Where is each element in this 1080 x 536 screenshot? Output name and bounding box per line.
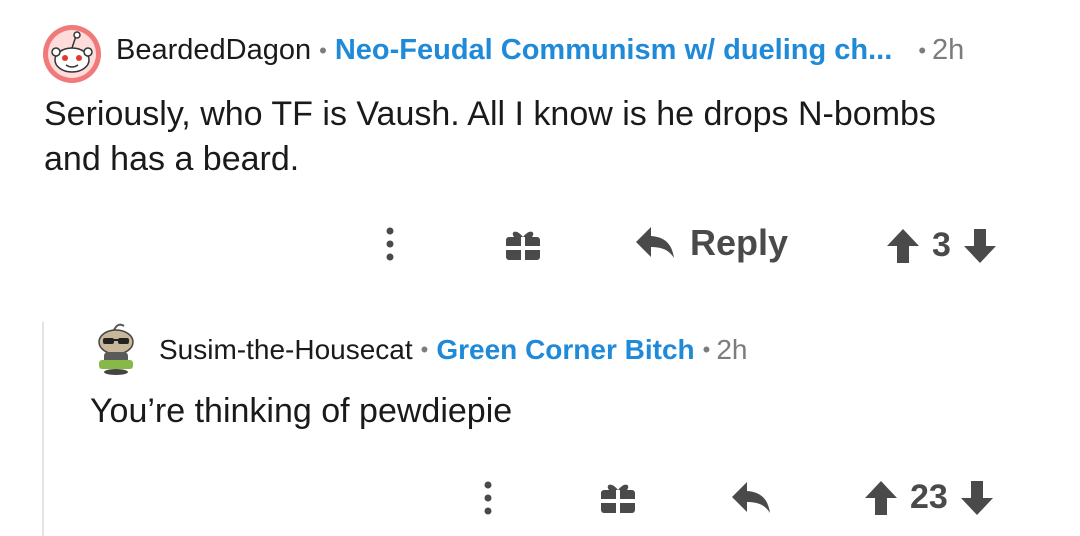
- reply-icon: [634, 225, 676, 261]
- timestamp: 2h: [932, 34, 965, 66]
- separator-dot: •: [420, 337, 429, 362]
- avatar[interactable]: [42, 24, 102, 84]
- vote-score: 3: [932, 226, 951, 264]
- separator-dot: •: [918, 37, 927, 63]
- separator-dot: •: [702, 337, 711, 362]
- comment-body: Seriously, who TF is Vaush. All I know i…: [44, 92, 936, 182]
- comment-body-line: Seriously, who TF is Vaush. All I know i…: [44, 95, 936, 133]
- timestamp: 2h: [716, 334, 748, 365]
- gift-icon[interactable]: [503, 227, 543, 263]
- comment-meta: Susim-the-Housecat • Green Corner Bitch …: [159, 334, 748, 366]
- username[interactable]: BeardedDagon: [116, 34, 311, 67]
- thread-line[interactable]: [42, 322, 44, 536]
- more-options-icon[interactable]: [380, 224, 400, 264]
- upvote-icon[interactable]: [886, 228, 920, 264]
- username[interactable]: Susim-the-Housecat: [159, 334, 413, 366]
- avatar[interactable]: [92, 320, 140, 376]
- vote-score: 23: [910, 478, 948, 516]
- upvote-icon[interactable]: [864, 480, 898, 516]
- reply-icon[interactable]: [730, 478, 772, 518]
- reply-button[interactable]: Reply: [634, 222, 788, 264]
- comment-body-line: You’re thinking of pewdiepie: [90, 392, 513, 430]
- comment-body: You’re thinking of pewdiepie: [90, 389, 512, 434]
- comment-meta: BeardedDagon • Neo-Feudal Communism w/ d…: [116, 34, 964, 67]
- comment-body-line: and has a beard.: [44, 140, 300, 178]
- vote-controls: 23: [864, 478, 994, 517]
- gift-icon[interactable]: [598, 480, 638, 516]
- reply-label: Reply: [690, 222, 789, 263]
- separator-dot: •: [319, 37, 327, 63]
- downvote-icon[interactable]: [963, 228, 997, 264]
- more-options-icon[interactable]: [478, 478, 498, 518]
- downvote-icon[interactable]: [960, 480, 994, 516]
- vote-controls: 3: [886, 226, 997, 265]
- user-flair: Green Corner Bitch: [436, 334, 695, 365]
- user-flair: Neo-Feudal Communism w/ dueling ch...: [334, 34, 893, 66]
